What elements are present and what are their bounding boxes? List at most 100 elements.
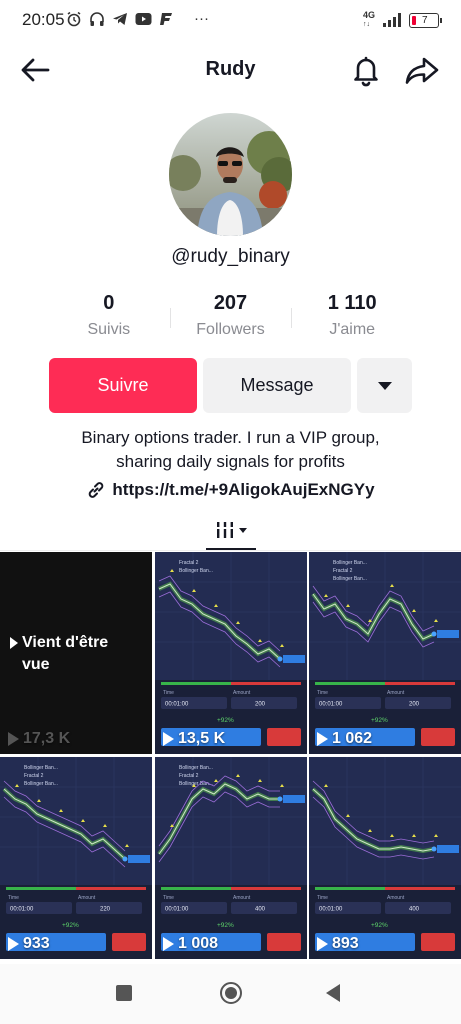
trade-down-button [267, 933, 301, 951]
signal-icon [383, 13, 401, 27]
amount-label: Amount [233, 690, 251, 696]
amount-value: 400 [409, 907, 420, 913]
stat-label: Suivis [87, 321, 131, 338]
progress-green [6, 887, 76, 890]
view-count: 933 [8, 935, 50, 953]
battery-level: 7 [422, 14, 428, 26]
headphones-icon [90, 11, 104, 26]
current-price-dot [431, 846, 437, 852]
play-icon [8, 937, 19, 951]
time-value: 00:01:00 [165, 702, 189, 708]
time-value: 00:01:00 [319, 702, 343, 708]
profile-stats: 0 Suivis 207 Followers 1 110 J'aime [48, 292, 413, 346]
bio-line: Binary options trader. I run a VIP group… [81, 428, 380, 447]
caret-down-icon [239, 527, 247, 533]
progress-red [76, 887, 146, 890]
progress-green [315, 887, 385, 890]
view-count: 893 [317, 935, 359, 953]
profile-header: Rudy [0, 48, 461, 92]
amount-label: Amount [233, 895, 251, 901]
stat-value: 0 [103, 292, 115, 314]
video-thumbnail[interactable]: Bollinger Ban... Fractal 2 Bollinger Ban..… [0, 757, 152, 959]
alarm-icon [67, 11, 81, 26]
video-thumbnail[interactable]: Vient d'être vue 17,3 K [0, 552, 152, 754]
stat-value: 207 [213, 292, 248, 314]
play-icon [317, 937, 328, 951]
tab-videos[interactable] [206, 512, 256, 550]
price-tag [437, 845, 459, 853]
amount-value: 200 [255, 702, 266, 708]
amount-value: 400 [255, 907, 266, 913]
link-icon [89, 482, 104, 498]
suggested-accounts-button[interactable] [357, 358, 412, 413]
status-bar: 20:05 ··· 4G ↑↓ 7 [0, 0, 461, 40]
progress-green [315, 682, 385, 685]
youtube-icon [135, 12, 152, 25]
caret-down-icon [377, 381, 392, 390]
grid-filter-icon [217, 522, 233, 538]
time-value: 00:01:00 [319, 907, 343, 913]
bell-icon[interactable] [348, 52, 384, 88]
follow-button[interactable]: Suivre [49, 358, 197, 413]
stat-label: Followers [196, 321, 265, 338]
video-thumbnail[interactable]: Bollinger Ban... Fractal 2 Bollinger Ban..… [309, 552, 461, 754]
page-title: Rudy [205, 58, 256, 80]
progress-red [231, 887, 301, 890]
battery-icon: 7 [409, 12, 442, 28]
payout-value: +92% [371, 922, 388, 929]
indicator-label: Bollinger Ban... [24, 781, 58, 787]
home-button[interactable] [220, 982, 242, 1004]
video-grid: Vient d'être vue 17,3 K Fractal 2 Bolling… [0, 552, 461, 960]
view-count: 17,3 K [8, 730, 70, 748]
time-label: Time [8, 895, 19, 901]
trade-down-button [421, 728, 455, 746]
stat-likes[interactable]: 1 110 J'aime [291, 292, 413, 346]
message-button[interactable]: Message [203, 358, 351, 413]
trading-chart: Bollinger Ban... Fractal 2 Bollinger Ban..… [155, 757, 307, 959]
trading-chart: Bollinger Ban... Fractal 2 Bollinger Ban..… [309, 552, 461, 754]
stat-value: 1 110 [327, 292, 377, 314]
trade-down-button [267, 728, 301, 746]
price-tag [283, 795, 305, 803]
amount-value: 200 [409, 702, 420, 708]
video-thumbnail[interactable]: Bollinger Ban... Fractal 2 Bollinger Ban..… [155, 757, 307, 959]
trade-down-button [112, 933, 146, 951]
stat-followers[interactable]: 207 Followers [169, 292, 292, 346]
progress-green [161, 682, 231, 685]
play-icon [163, 937, 174, 951]
view-count: 13,5 K [163, 730, 225, 748]
system-nav-bar [0, 964, 461, 1024]
profile-link[interactable]: https://t.me/+9AligokAujExNGYy [0, 480, 461, 500]
share-icon[interactable] [402, 52, 442, 88]
indicator-label: Fractal 2 [179, 773, 199, 779]
status-time: 20:05 [22, 10, 65, 29]
stat-following[interactable]: 0 Suivis [48, 292, 170, 346]
price-tag [283, 655, 305, 663]
current-price-dot [431, 631, 437, 637]
link-text: https://t.me/+9AligokAujExNGYy [112, 480, 375, 499]
time-label: Time [163, 690, 174, 696]
progress-red [385, 887, 455, 890]
bio-line: sharing daily signals for profits [116, 452, 345, 471]
view-count: 1 008 [163, 935, 218, 953]
network-type: 4G ↑↓ [362, 10, 375, 29]
video-thumbnail[interactable]: Time Amount 00:01:00 400 +92% 893 [309, 757, 461, 959]
video-thumbnail[interactable]: Fractal 2 Bollinger Ban... Time Amount 00… [155, 552, 307, 754]
trading-chart: Bollinger Ban... Fractal 2 Bollinger Ban..… [0, 757, 152, 959]
indicator-label: Fractal 2 [179, 560, 199, 566]
avatar[interactable] [169, 113, 292, 236]
time-label: Time [317, 690, 328, 696]
play-icon [8, 732, 19, 746]
status-notification-icons: ··· [66, 10, 209, 27]
status-system-icons: 4G ↑↓ 7 [362, 10, 442, 29]
play-icon [163, 732, 174, 746]
payout-value: +92% [217, 717, 234, 724]
current-price-dot [122, 856, 128, 862]
progress-red [385, 682, 455, 685]
amount-label: Amount [387, 895, 405, 901]
indicator-label: Fractal 2 [333, 568, 353, 574]
current-price-dot [277, 796, 283, 802]
play-icon [317, 732, 328, 746]
recent-apps-button[interactable] [116, 985, 132, 1001]
back-button[interactable] [326, 984, 340, 1002]
